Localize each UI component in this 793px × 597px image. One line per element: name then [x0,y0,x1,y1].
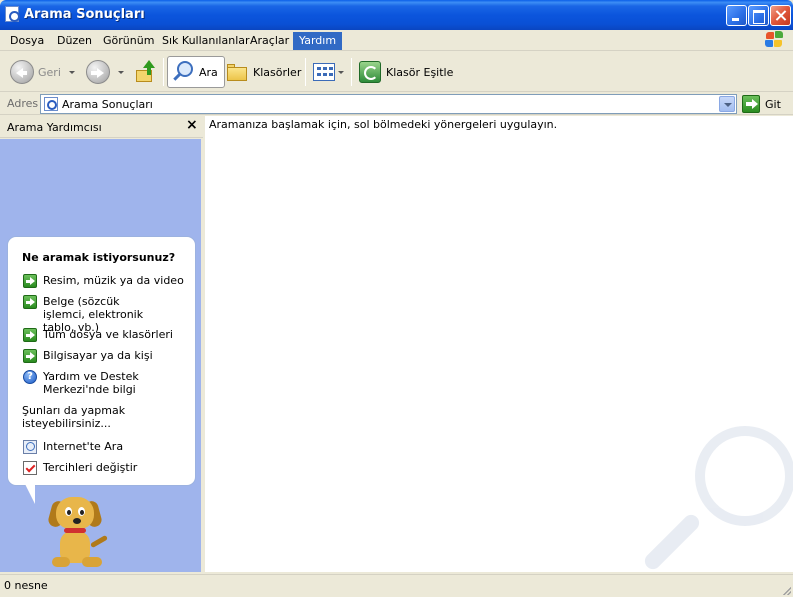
back-button[interactable]: Geri [10,56,75,88]
search-companion-header: Arama Yardımcısı × [0,116,203,138]
green-arrow-icon [23,295,37,309]
option-all-files-label: Tüm dosya ve klasörleri [43,328,173,341]
views-icon [313,63,335,81]
action-internet-search[interactable]: Internet'te Ara [23,440,193,454]
folder-sync-button[interactable]: Klasör Eşitle [359,56,453,88]
status-bar: 0 nesne [0,574,793,597]
views-dropdown-icon[interactable] [338,70,344,74]
action-change-preferences-label: Tercihleri değiştir [43,461,138,474]
go-arrow-icon [742,95,760,113]
option-all-files[interactable]: Tüm dosya ve klasörleri [23,328,193,342]
folders-label: Klasörler [253,65,302,79]
option-computer-person[interactable]: Bilgisayar ya da kişi [23,349,193,363]
address-input[interactable]: Arama Sonuçları [40,94,737,114]
go-button[interactable]: Git [742,95,781,113]
option-computer-person-label: Bilgisayar ya da kişi [43,349,153,362]
option-media-label: Resim, müzik ya da video [43,274,184,287]
back-arrow-icon [10,60,34,84]
also-do-text: Şunları da yapmak isteyebilirsiniz... [22,404,126,430]
action-internet-search-label: Internet'te Ara [43,440,124,453]
results-pane[interactable]: Aramanıza başlamak için, sol bölmedeki y… [205,116,793,572]
forward-button[interactable] [86,56,124,88]
search-results-page-icon [44,97,58,111]
address-dropdown-button[interactable] [719,96,735,112]
search-companion-pane: Ne aramak istiyorsunuz? Resim, müzik ya … [0,139,203,572]
address-bar: Adres Arama Sonuçları Git [0,93,793,115]
search-dog-animation[interactable] [46,495,114,572]
option-help-center-label: Yardım ve Destek Merkezi'nde bilgi [43,370,139,396]
magnifier-watermark-icon [635,416,793,572]
option-media[interactable]: Resim, müzik ya da video [23,274,193,288]
toolbar: Geri Ara Klasörler Klasör Eşitle [0,52,793,92]
go-label: Git [765,97,781,111]
search-results-app-icon [5,6,20,22]
option-help-center[interactable]: ? Yardım ve Destek Merkezi'nde bilgi [23,370,143,396]
menu-favorites[interactable]: Sık Kullanılanlar [156,32,256,50]
action-change-preferences[interactable]: Tercihleri değiştir [23,461,193,475]
menu-tools[interactable]: Araçlar [244,32,295,50]
forward-dropdown-icon[interactable] [118,70,124,74]
title-bar[interactable]: Arama Sonuçları [0,0,793,30]
resize-grip-icon[interactable] [781,585,791,595]
search-companion-title: Arama Yardımcısı [7,121,102,134]
search-question-heading: Ne aramak istiyorsunuz? [22,251,176,264]
help-icon: ? [23,370,37,384]
forward-arrow-icon [86,60,110,84]
toolbar-separator [351,58,352,86]
windows-logo-icon [765,31,785,49]
object-count: 0 nesne [4,579,48,592]
up-folder-icon [134,60,156,84]
back-dropdown-icon[interactable] [68,70,75,74]
menu-help[interactable]: Yardım [293,32,343,50]
folder-sync-label: Klasör Eşitle [386,65,454,79]
bubble-tail [25,484,35,504]
search-options-bubble: Ne aramak istiyorsunuz? Resim, müzik ya … [7,236,196,486]
menu-bar: Dosya Düzen Görünüm Sık Kullanılanlar Ar… [0,30,793,51]
up-folder-button[interactable] [134,56,156,88]
green-arrow-icon [23,328,37,342]
folders-button[interactable]: Klasörler [227,56,301,88]
green-arrow-icon [23,274,37,288]
search-instructions-text: Aramanıza başlamak için, sol bölmedeki y… [209,118,558,131]
toolbar-separator [163,58,164,86]
search-button[interactable]: Ara [167,56,225,88]
folder-icon [227,63,249,81]
close-button[interactable] [770,5,791,26]
green-arrow-icon [23,349,37,363]
minimize-button[interactable] [726,5,747,26]
menu-view[interactable]: Görünüm [97,32,160,50]
window-title: Arama Sonuçları [24,7,145,22]
close-pane-icon[interactable]: × [186,117,198,133]
sync-icon [359,61,381,83]
views-button[interactable] [313,56,344,88]
toolbar-separator [305,58,306,86]
menu-file[interactable]: Dosya [4,32,50,50]
preferences-icon [23,461,37,475]
back-label: Geri [38,65,61,79]
search-icon [172,60,196,84]
internet-search-icon [23,440,37,454]
address-value: Arama Sonuçları [62,98,153,111]
search-label: Ara [199,65,218,79]
address-label: Adres [7,97,39,110]
menu-edit[interactable]: Düzen [51,32,98,50]
maximize-button[interactable] [748,5,769,26]
